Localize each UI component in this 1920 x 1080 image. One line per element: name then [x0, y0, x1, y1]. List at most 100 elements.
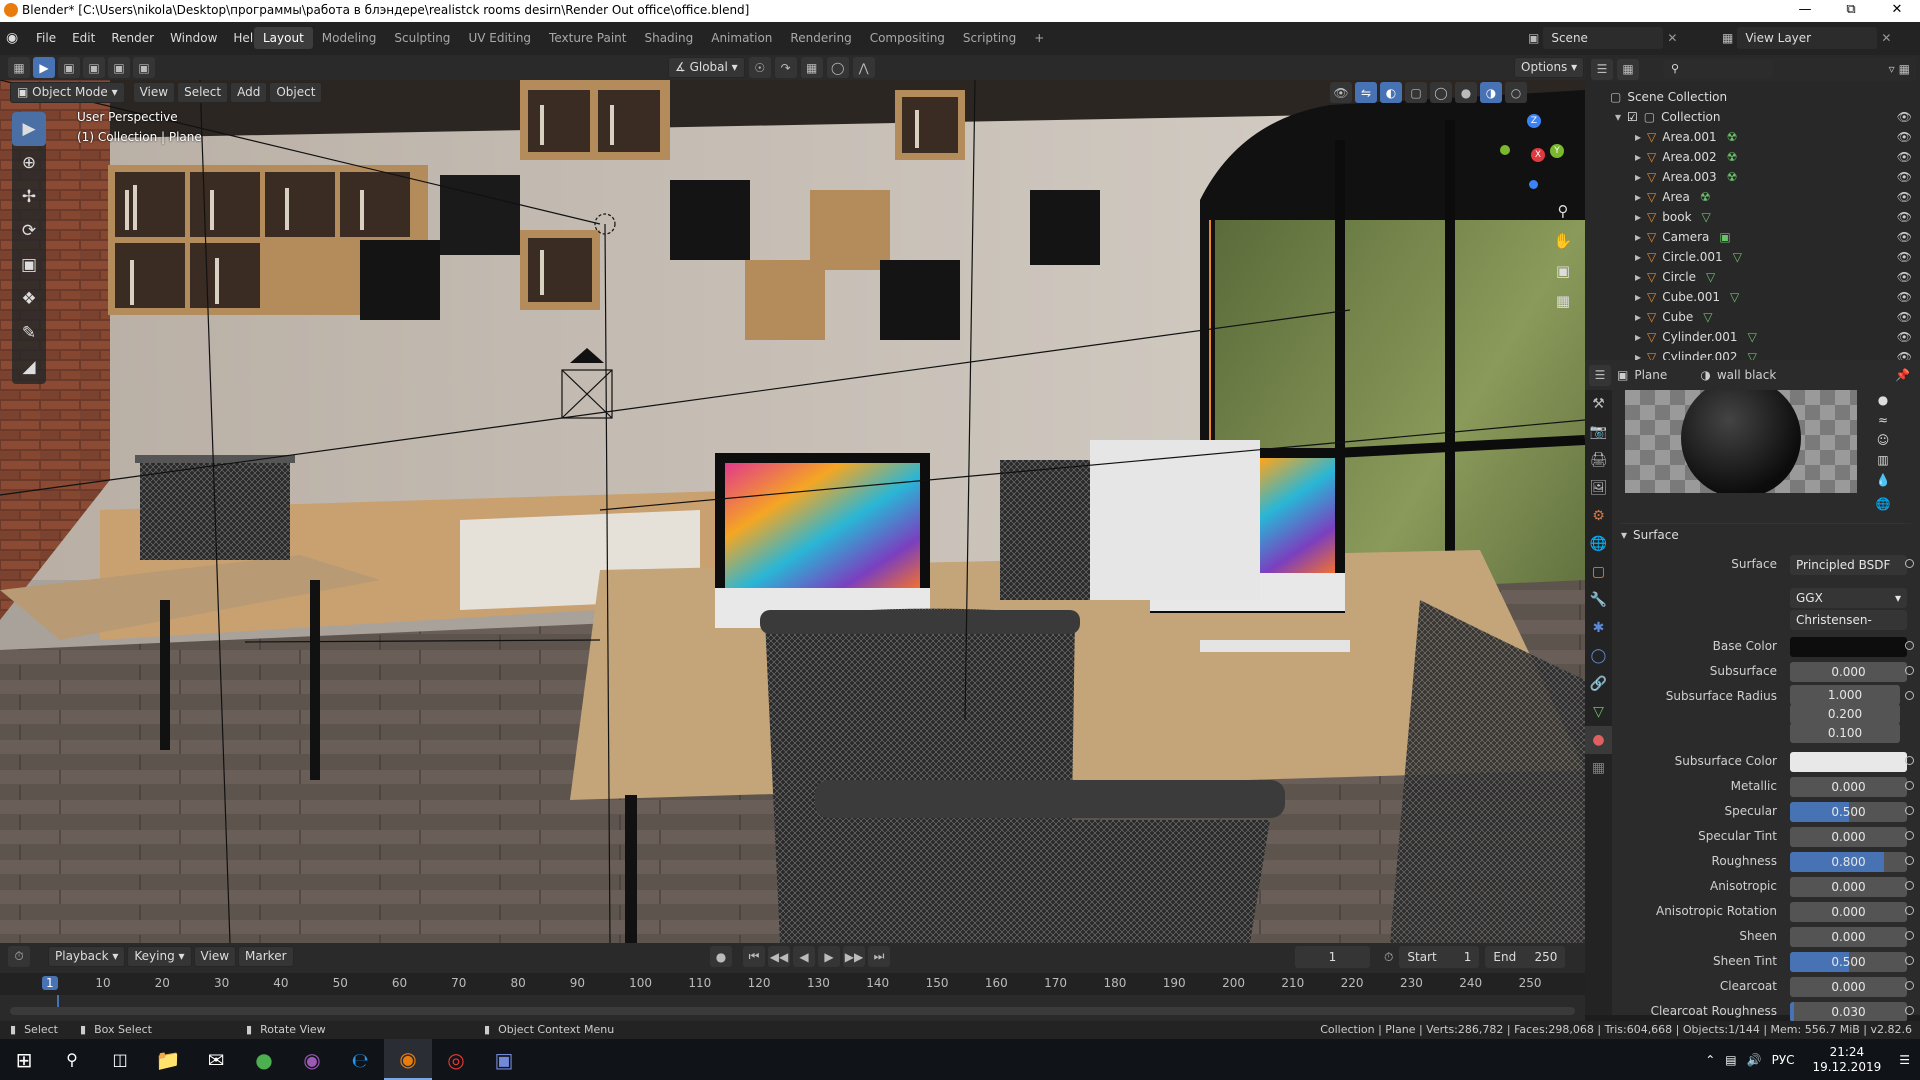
blender-menu-icon[interactable]: ◉ [6, 30, 28, 46]
outliner-item[interactable]: ▸ ▽ Circle ▽ 👁 [1585, 267, 1920, 287]
start-frame-field[interactable]: Start 1 [1399, 946, 1480, 968]
eye-icon[interactable]: 👁 [1897, 110, 1912, 124]
subsurface-radius-z[interactable]: 0.100 [1790, 723, 1900, 743]
sheen-tint-field[interactable]: 0.500 [1790, 952, 1907, 972]
tab-compositing[interactable]: Compositing [861, 27, 954, 49]
record-icon[interactable]: ● [710, 946, 732, 967]
timeline-menu-playback[interactable]: Playback ▾ [48, 946, 126, 967]
xray-icon[interactable]: ▢ [1405, 82, 1427, 103]
base-color-swatch[interactable] [1790, 637, 1907, 657]
shading-material-icon[interactable]: ◑ [1480, 82, 1502, 103]
expand-arrow-icon[interactable]: ▸ [1635, 250, 1641, 264]
search-icon[interactable]: ⚲ [48, 1039, 96, 1080]
eye-icon[interactable]: 👁 [1897, 190, 1912, 204]
outliner-item[interactable]: ▸ ▽ Area.001 ☢ 👁 [1585, 127, 1920, 147]
menu-render[interactable]: Render [103, 27, 162, 49]
socket-icon[interactable] [1905, 781, 1914, 790]
expand-arrow-icon[interactable]: ▾ [1615, 110, 1621, 124]
select-tool-icon[interactable]: ▶ [33, 57, 55, 78]
tray-arrow-icon[interactable]: ⌃ [1705, 1053, 1715, 1067]
discord-icon[interactable]: ▣ [480, 1039, 528, 1080]
gizmo-neg-z-axis[interactable] [1529, 180, 1538, 189]
gizmo-toggle-icon[interactable]: ⇋ [1355, 82, 1377, 103]
shading-wireframe-icon[interactable]: ◯ [1430, 82, 1452, 103]
object-mode-dropdown[interactable]: ▣ Object Mode ▾ [10, 81, 125, 103]
outliner-scene-collection[interactable]: ▢ Scene Collection [1585, 87, 1920, 107]
select-mode-new-icon[interactable]: ▣ [58, 57, 80, 78]
timeline-menu-keying[interactable]: Keying ▾ [127, 946, 192, 967]
preview-monkey-icon[interactable]: ☺ [1868, 430, 1898, 450]
utorrent-icon[interactable]: ● [240, 1039, 288, 1080]
tab-animation[interactable]: Animation [702, 27, 781, 49]
surface-shader-field[interactable]: Principled BSDF [1790, 555, 1907, 575]
surface-section-header[interactable]: ▾ Surface [1621, 523, 1911, 545]
preview-range-icon[interactable]: ⏱ [1384, 950, 1393, 965]
play-icon[interactable]: ▶ [818, 946, 840, 967]
outliner-item[interactable]: ▸ ▽ Camera ▣ 👁 [1585, 227, 1920, 247]
subsurface-method-dropdown[interactable]: Christensen-Burley▾ [1790, 610, 1907, 630]
options-dropdown[interactable]: Options ▾ [1514, 57, 1585, 78]
timeline-scrollbar[interactable] [10, 1007, 1575, 1015]
eye-icon[interactable]: 👁 [1897, 290, 1912, 304]
preview-cloth-icon[interactable]: ▥ [1868, 450, 1898, 470]
texture-tab-icon[interactable]: ▦ [1585, 754, 1612, 782]
socket-icon[interactable] [1905, 559, 1914, 568]
editor-type-icon[interactable]: ▦ [8, 57, 30, 78]
viewport-menu-select[interactable]: Select [177, 81, 229, 103]
socket-icon[interactable] [1905, 956, 1914, 965]
perspective-grid-icon[interactable]: ▦ [1550, 286, 1576, 316]
eye-icon[interactable]: 👁 [1897, 170, 1912, 184]
language-indicator[interactable]: РУС [1772, 1053, 1795, 1067]
expand-arrow-icon[interactable]: ▸ [1635, 270, 1641, 284]
object-data-tab-icon[interactable]: ▽ [1585, 698, 1612, 726]
pivot-point-icon[interactable]: ☉ [748, 57, 771, 78]
chrome-icon[interactable]: ◎ [432, 1039, 480, 1080]
close-icon[interactable]: ✕ [1874, 0, 1920, 22]
timeline-editor-icon[interactable]: ⏱ [8, 946, 30, 967]
view-layer-field[interactable]: View Layer [1737, 27, 1878, 49]
preview-sphere-icon[interactable]: ● [1868, 390, 1898, 410]
view-layer-tab-icon[interactable]: 🖼 [1585, 474, 1612, 502]
eye-icon[interactable]: 👁 [1897, 310, 1912, 324]
socket-icon[interactable] [1905, 691, 1914, 700]
outliner-item[interactable]: ▸ ▽ Circle.001 ▽ 👁 [1585, 247, 1920, 267]
task-view-icon[interactable]: ◫ [96, 1039, 144, 1080]
physics-tab-icon[interactable]: ◯ [1585, 642, 1612, 670]
viewport-menu-object[interactable]: Object [269, 81, 323, 103]
section-expand-icon[interactable]: ▾ [1621, 528, 1627, 542]
select-box-tool-icon[interactable]: ▶ [12, 112, 46, 146]
expand-arrow-icon[interactable]: ▸ [1635, 170, 1641, 184]
display-mode-icon[interactable]: ▦ [1617, 58, 1639, 80]
rotate-tool-icon[interactable]: ⟳ [12, 214, 46, 248]
shading-solid-icon[interactable]: ● [1455, 82, 1477, 103]
select-mode-extend-icon[interactable]: ▣ [83, 57, 105, 78]
material-tab-icon[interactable]: ● [1585, 726, 1612, 754]
windows-start-icon[interactable]: ⊞ [0, 1039, 48, 1080]
view-layer-close-icon[interactable]: ✕ [1881, 31, 1891, 45]
shading-rendered-icon[interactable]: ○ [1505, 82, 1527, 103]
socket-icon[interactable] [1905, 931, 1914, 940]
preview-fluid-icon[interactable]: 💧 [1868, 470, 1898, 490]
eye-icon[interactable]: 👁 [1897, 150, 1912, 164]
maximize-icon[interactable]: ⧉ [1828, 0, 1874, 22]
tab-scripting[interactable]: Scripting [954, 27, 1025, 49]
expand-arrow-icon[interactable]: ▸ [1635, 190, 1641, 204]
cursor-tool-icon[interactable]: ⊕ [12, 146, 46, 180]
network-icon[interactable]: ▤ [1725, 1053, 1736, 1067]
tab-layout[interactable]: Layout [254, 27, 313, 49]
outliner-item[interactable]: ▸ ▽ Cube.001 ▽ 👁 [1585, 287, 1920, 307]
sheen-field[interactable]: 0.000 [1790, 927, 1907, 947]
timeline-menu-view[interactable]: View [193, 946, 237, 967]
subsurface-color-swatch[interactable] [1790, 752, 1907, 772]
end-frame-field[interactable]: End 250 [1485, 946, 1566, 968]
pin-icon[interactable]: 📌 [1895, 368, 1910, 382]
render-tab-icon[interactable]: 📷 [1585, 418, 1612, 446]
anisotropic-field[interactable]: 0.000 [1790, 877, 1907, 897]
roughness-field[interactable]: 0.800 [1790, 852, 1907, 872]
anisotropic-rotation-field[interactable]: 0.000 [1790, 902, 1907, 922]
outliner-item[interactable]: ▸ ▽ Cylinder.001 ▽ 👁 [1585, 327, 1920, 347]
outliner-search-input[interactable]: ⚲ [1663, 60, 1773, 78]
tab-modeling[interactable]: Modeling [313, 27, 386, 49]
distribution-dropdown[interactable]: GGX ▾ [1790, 588, 1907, 608]
socket-icon[interactable] [1905, 666, 1914, 675]
